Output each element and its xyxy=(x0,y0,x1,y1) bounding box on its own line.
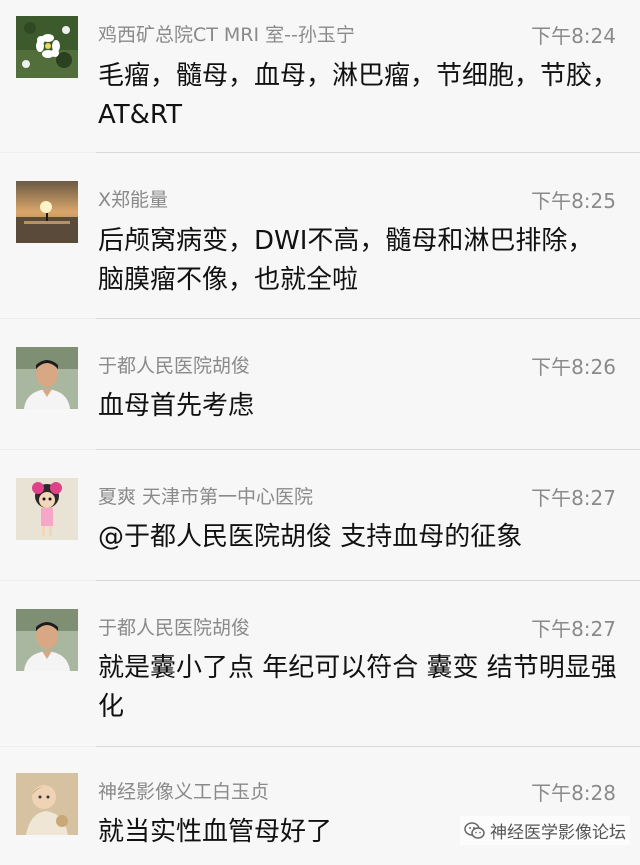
message-item: X郑能量 下午8:25 后颅窝病变，DWI不高，髓母和淋巴排除，脑膜瘤不像，也就… xyxy=(0,153,640,318)
man-portrait-avatar-icon[interactable] xyxy=(16,347,78,409)
sender-name[interactable]: 于都人民医院胡俊 xyxy=(98,613,250,640)
sender-name[interactable]: 于都人民医院胡俊 xyxy=(98,351,250,378)
message-text: @于都人民医院胡俊 支持血母的征象 xyxy=(98,522,523,552)
message-item: 于都人民医院胡俊 下午8:26 血母首先考虑 xyxy=(0,319,640,449)
message-item: 神经影像义工白玉贞 下午8:28 就当实性血管母好了 xyxy=(0,747,640,865)
message-time: 下午8:27 xyxy=(531,617,616,641)
message-time: 下午8:26 xyxy=(531,355,616,379)
sender-name[interactable]: X郑能量 xyxy=(98,185,168,212)
sender-name[interactable]: 神经影像义工白玉贞 xyxy=(98,777,269,804)
message-item: 鸡西矿总院CT MRI 室--孙玉宁 下午8:24 毛瘤，髓母，血母，淋巴瘤，节… xyxy=(0,0,640,152)
sender-name[interactable]: 夏爽 天津市第一中心医院 xyxy=(98,482,313,509)
sunset-avatar-icon[interactable] xyxy=(16,181,78,243)
message-time: 下午8:24 xyxy=(531,24,616,48)
flower-avatar-icon[interactable] xyxy=(16,16,78,78)
message-time: 下午8:25 xyxy=(531,189,616,213)
message-time: 下午8:28 xyxy=(531,781,616,805)
message-text: 血母首先考虑 xyxy=(98,391,255,421)
man-portrait-avatar-icon[interactable] xyxy=(16,609,78,671)
child-avatar-icon[interactable] xyxy=(16,773,78,835)
message-item: 于都人民医院胡俊 下午8:27 就是囊小了点 年纪可以符合 囊变 结节明显强化 xyxy=(0,581,640,746)
message-text: 毛瘤，髓母，血母，淋巴瘤，节细胞，节胶，AT&RT xyxy=(98,61,619,130)
message-time: 下午8:27 xyxy=(531,486,616,510)
message-text: 就是囊小了点 年纪可以符合 囊变 结节明显强化 xyxy=(98,653,617,722)
cartoon-doll-avatar-icon[interactable] xyxy=(16,478,78,540)
wechat-icon xyxy=(464,821,485,839)
message-text: 后颅窝病变，DWI不高，髓母和淋巴排除，脑膜瘤不像，也就全啦 xyxy=(98,226,594,295)
sender-name[interactable]: 鸡西矿总院CT MRI 室--孙玉宁 xyxy=(98,20,355,47)
watermark: 神经医学影像论坛 xyxy=(460,816,630,845)
watermark-text: 神经医学影像论坛 xyxy=(490,823,626,843)
message-item: 夏爽 天津市第一中心医院 下午8:27 @于都人民医院胡俊 支持血母的征象 xyxy=(0,450,640,580)
